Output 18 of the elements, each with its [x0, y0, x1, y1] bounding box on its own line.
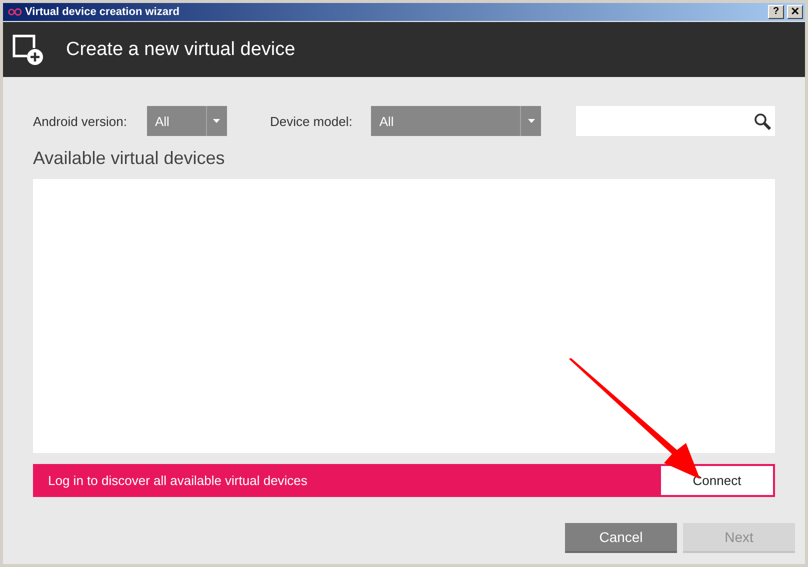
- dialog-button[interactable]: Cancel: [565, 523, 677, 553]
- help-button[interactable]: ?: [768, 5, 784, 19]
- window-title: Virtual device creation wizard: [25, 6, 180, 18]
- caret-icon: [213, 119, 220, 123]
- add-device-icon: [12, 34, 44, 66]
- app-logo-icon: [8, 8, 22, 16]
- close-button[interactable]: ✕: [787, 5, 803, 19]
- filter-label: Device model:: [270, 114, 352, 128]
- banner-text: Log in to discover all available virtual devices: [48, 473, 308, 488]
- connect-button[interactable]: Connect: [661, 466, 773, 495]
- dropdown[interactable]: All: [371, 106, 542, 136]
- dropdown[interactable]: All: [146, 106, 227, 136]
- search-field[interactable]: [576, 106, 775, 136]
- caret-icon: [528, 119, 535, 123]
- section-title: Available virtual devices: [33, 148, 226, 170]
- header-title: Create a new virtual device: [66, 38, 296, 60]
- filter-label: Android version:: [33, 114, 127, 128]
- search-icon: [754, 112, 771, 130]
